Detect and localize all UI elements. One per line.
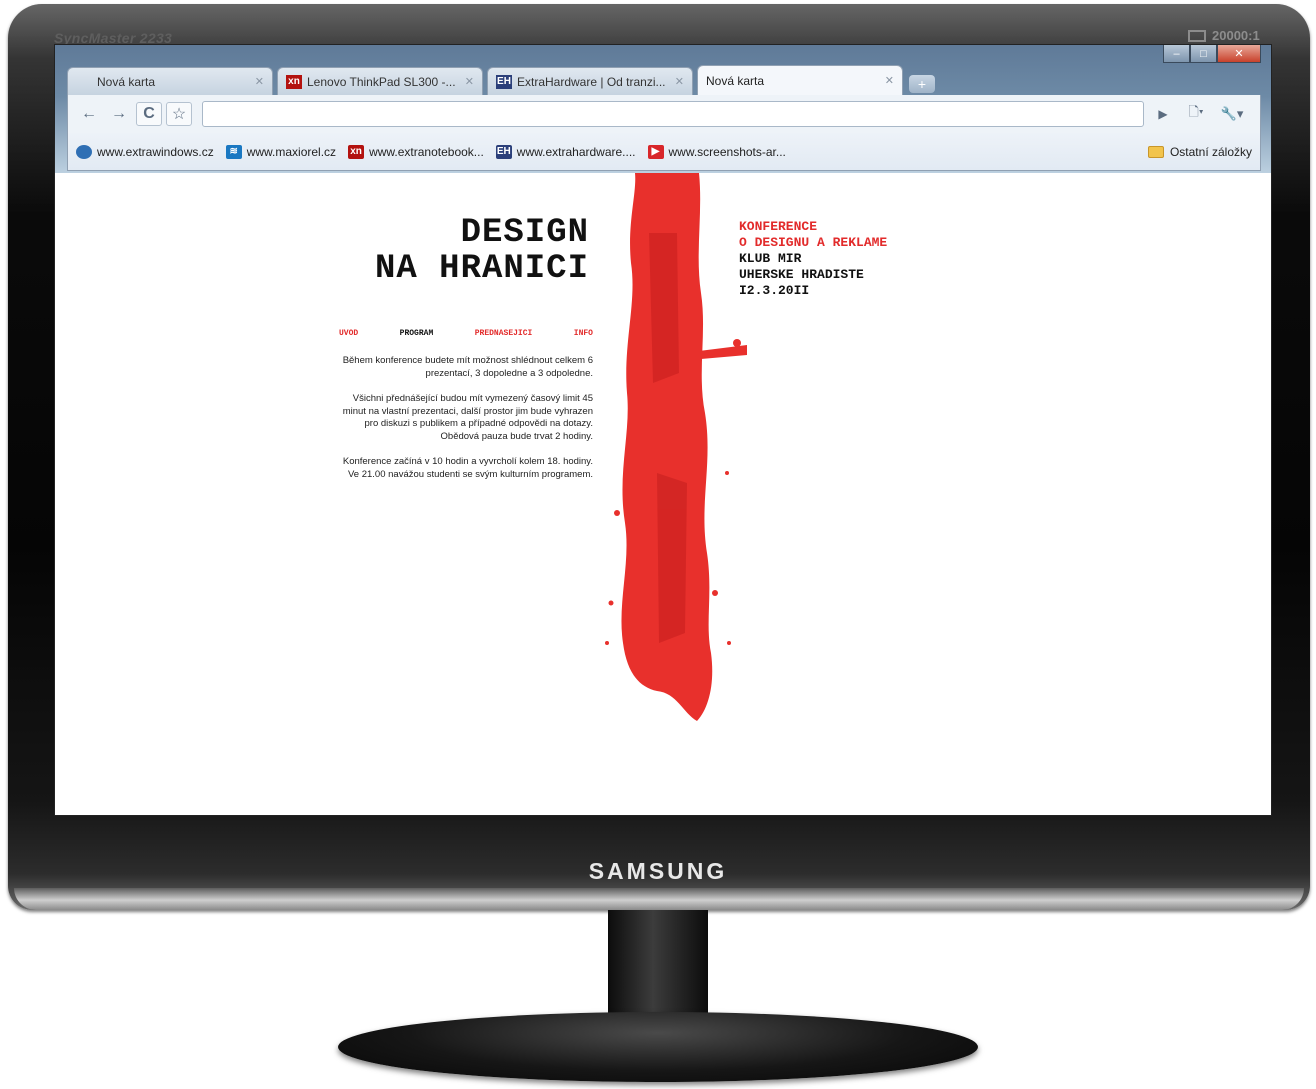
back-arrow-icon[interactable]: ← [76, 102, 102, 126]
eh-icon: EH [495, 144, 512, 159]
globe-icon [76, 144, 92, 159]
blank-page-icon [76, 75, 92, 89]
nav-program[interactable]: PROGRAM [400, 329, 434, 338]
browser-toolbar: ← → C ☆ ▶ 🗋▾ 🔧▾ [67, 95, 1261, 133]
tab-nova-karta-active[interactable]: Nová karta ✕ [697, 65, 903, 95]
title-line-na-hranici: NA HRANICI [374, 250, 589, 288]
info-venue: KLUB MIR [739, 251, 802, 266]
new-tab-button[interactable]: + [909, 75, 935, 93]
bookmark-maxiorel[interactable]: ≋ www.maxiorel.cz [225, 144, 337, 159]
bookmarks-bar: www.extrawindows.cz ≋ www.maxiorel.cz xn… [67, 133, 1261, 171]
xn-icon: xn [286, 74, 302, 89]
nav-info[interactable]: INFO [574, 329, 593, 338]
tab-lenovo[interactable]: xn Lenovo ThinkPad SL300 -... ✕ [277, 67, 483, 95]
paragraph-presentations: Během konference budete mít možnost shlé… [342, 355, 593, 379]
tab-close-icon[interactable]: ✕ [255, 75, 264, 88]
tab-strip: Nová karta ✕ xn Lenovo ThinkPad SL300 -.… [67, 65, 935, 95]
reload-icon[interactable]: C [136, 102, 162, 126]
site-title: DESIGN NA HRANICI [375, 215, 589, 287]
bookmark-label: www.screenshots-ar... [668, 144, 786, 159]
monitor-stand-base [338, 1012, 978, 1082]
bookmark-extranotebook[interactable]: xn www.extranotebook... [348, 144, 484, 159]
eh-icon: EH [496, 74, 512, 89]
window-controls: – □ ✕ [1163, 45, 1261, 63]
bookmark-extrahardware[interactable]: EH www.extrahardware.... [495, 144, 636, 159]
bookmark-star-icon[interactable]: ☆ [166, 102, 192, 126]
address-bar[interactable] [202, 101, 1144, 127]
play-icon: ▶ [647, 144, 664, 159]
conference-info: KONFERENCE O DESIGNU A REKLAME KLUB MIR … [739, 219, 887, 299]
bookmark-extrawindows[interactable]: www.extrawindows.cz [76, 144, 214, 159]
bookmark-screenshots[interactable]: ▶ www.screenshots-ar... [647, 144, 786, 159]
close-window-button[interactable]: ✕ [1217, 45, 1261, 63]
monitor-screen: – □ ✕ Nová karta ✕ xn Lenovo ThinkPad SL… [54, 44, 1272, 816]
contrast-icon [1188, 30, 1206, 42]
tab-close-icon[interactable]: ✕ [465, 75, 474, 88]
monitor-brand-logo: SAMSUNG [588, 858, 728, 884]
nav-prednasejici[interactable]: PREDNASEJICI [475, 329, 533, 338]
site-nav: UVOD PROGRAM PREDNASEJICI INFO [339, 329, 593, 338]
contrast-ratio-label: 20000:1 [1212, 28, 1260, 43]
bookmark-label: www.extranotebook... [369, 144, 484, 159]
monitor-scene: SyncMaster 2233 20000:1 SAMSUNG – □ ✕ No… [0, 0, 1316, 1089]
tab-nova-karta-1[interactable]: Nová karta ✕ [67, 67, 273, 95]
folder-icon [1147, 145, 1164, 158]
bezel-bottom-edge [14, 888, 1304, 910]
nav-uvod[interactable]: UVOD [339, 329, 358, 338]
bookmark-label: www.maxiorel.cz [246, 144, 337, 159]
tab-label: Nová karta [97, 74, 156, 89]
paragraph-schedule: Konference začíná v 10 hodin a vyvrcholí… [342, 456, 593, 480]
maximize-button[interactable]: □ [1190, 45, 1217, 63]
page-menu-icon[interactable]: 🗋▾ [1180, 102, 1212, 126]
web-page-content: DESIGN NA HRANICI KONFERENCE O DESIGNU A… [67, 173, 1261, 815]
tab-label: Nová karta [706, 73, 765, 88]
info-date: I2.3.20II [739, 283, 810, 298]
wrench-menu-icon[interactable]: 🔧▾ [1216, 102, 1248, 126]
maxiorel-icon: ≋ [225, 144, 242, 159]
info-topic: O DESIGNU A REKLAME [739, 235, 888, 250]
tab-extrahardware[interactable]: EH ExtraHardware | Od tranzi... ✕ [487, 67, 693, 95]
info-city: UHERSKE HRADISTE [739, 267, 864, 282]
bookmark-label: www.extrahardware.... [516, 144, 636, 159]
minimize-button[interactable]: – [1163, 45, 1190, 63]
other-bookmarks-folder[interactable]: Ostatní záložky [1147, 144, 1252, 159]
tab-close-icon[interactable]: ✕ [675, 75, 684, 88]
go-arrow-icon[interactable]: ▶ [1150, 102, 1176, 126]
monitor-stand-neck [608, 910, 708, 1022]
title-line-design: DESIGN [460, 214, 589, 252]
other-bookmarks-label: Ostatní záložky [1169, 144, 1252, 159]
bookmark-label: www.extrawindows.cz [97, 144, 214, 159]
info-conference: KONFERENCE [739, 219, 818, 234]
tab-label: Lenovo ThinkPad SL300 -... [307, 74, 456, 89]
xn-icon: xn [348, 144, 365, 159]
paragraph-time-limit: Všichni přednášející budou mít vymezený … [342, 393, 593, 442]
tab-label: ExtraHardware | Od tranzi... [517, 74, 666, 89]
program-description: Během konference budete mít možnost shlé… [337, 355, 593, 494]
forward-arrow-icon[interactable]: → [106, 102, 132, 126]
tab-close-icon[interactable]: ✕ [885, 74, 894, 87]
